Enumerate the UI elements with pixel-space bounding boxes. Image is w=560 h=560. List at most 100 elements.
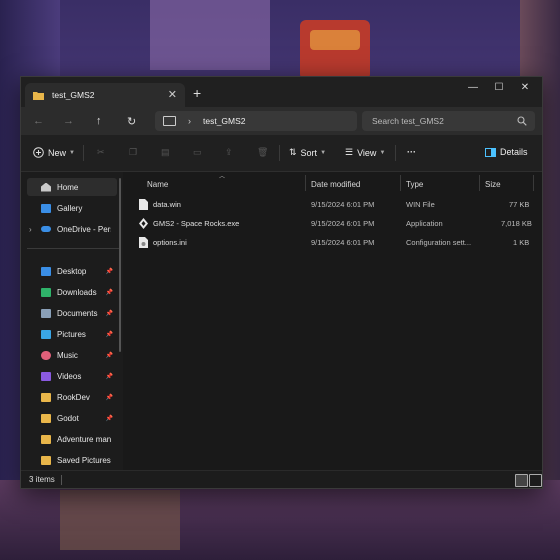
chevron-right-icon[interactable]: › — [188, 116, 191, 126]
sidebar-item-label: Gallery — [57, 203, 83, 213]
chevron-down-icon: ▼ — [320, 149, 327, 156]
sidebar-item-rookdev[interactable]: RookDev 📌 — [27, 388, 117, 406]
file-type: WIN File — [406, 200, 435, 209]
sidebar-item-label: Godot — [57, 413, 79, 423]
background-lantern — [300, 20, 370, 80]
close-window-button[interactable]: ✕ — [515, 82, 535, 100]
copy-icon[interactable]: ❐ — [129, 147, 137, 158]
new-tab-button[interactable]: + — [193, 85, 201, 101]
tiles-view-icon[interactable] — [529, 474, 542, 487]
gallery-icon — [41, 203, 51, 213]
sidebar-item-label: Music — [57, 350, 78, 360]
sidebar-item-adventure[interactable]: Adventure manu — [27, 430, 117, 448]
cut-icon[interactable]: ✂ — [97, 147, 105, 158]
file-name: options.ini — [153, 238, 187, 247]
pin-icon[interactable]: 📌 — [106, 310, 113, 317]
search-box[interactable]: Search test_GMS2 — [362, 111, 535, 131]
desktop-icon — [41, 266, 51, 276]
pin-icon[interactable]: 📌 — [106, 289, 113, 296]
maximize-button[interactable]: ☐ — [489, 82, 509, 100]
background-window-glow — [150, 0, 270, 70]
sidebar-item-label: RookDev — [57, 392, 90, 402]
minimize-button[interactable]: — — [463, 82, 483, 100]
new-button[interactable]: New ▼ — [33, 147, 75, 158]
sidebar-item-gallery[interactable]: Gallery — [27, 199, 117, 217]
back-arrow-icon[interactable]: ← — [33, 115, 44, 127]
sidebar-item-music[interactable]: Music 📌 — [27, 346, 117, 364]
sidebar-item-label: Pictures — [57, 329, 86, 339]
refresh-icon[interactable]: ↻ — [127, 115, 136, 128]
sort-icon: ⇅ — [289, 147, 297, 157]
navigation-pane: Home Gallery › OneDrive - Perso Desktop … — [21, 172, 123, 470]
column-divider[interactable] — [305, 175, 306, 191]
view-button[interactable]: ☰ View ▼ — [345, 147, 385, 158]
more-options-button[interactable]: ··· — [407, 147, 416, 157]
config-icon — [139, 237, 148, 248]
sidebar-item-saved-pictures[interactable]: Saved Pictures — [27, 451, 117, 469]
folder-icon — [33, 91, 44, 100]
file-size: 1 KB — [513, 238, 530, 247]
folder-icon — [41, 455, 51, 465]
title-bar[interactable]: test_GMS2 ✕ + — ☐ ✕ — [21, 77, 542, 107]
chevron-down-icon: ▼ — [69, 149, 75, 156]
column-divider[interactable] — [400, 175, 401, 191]
file-row[interactable]: options.ini 9/15/2024 6:01 PM Configurat… — [131, 234, 531, 252]
pin-icon[interactable]: 📌 — [106, 352, 113, 359]
tab-test-gms2[interactable]: test_GMS2 ✕ — [25, 83, 185, 107]
home-icon — [41, 182, 51, 192]
column-header-type[interactable]: Type — [406, 180, 423, 189]
sidebar-item-godot[interactable]: Godot 📌 — [27, 409, 117, 427]
details-view-icon[interactable] — [515, 474, 528, 487]
details-pane-button[interactable]: Details — [485, 147, 528, 157]
breadcrumb-current[interactable]: test_GMS2 — [203, 116, 246, 126]
column-divider[interactable] — [533, 175, 534, 191]
view-button-label: View — [357, 147, 377, 158]
pin-icon[interactable]: 📌 — [106, 394, 113, 401]
file-row[interactable]: data.win 9/15/2024 6:01 PM WIN File 77 K… — [131, 196, 531, 214]
sort-button[interactable]: ⇅ Sort ▼ — [289, 147, 326, 158]
pin-icon[interactable]: 📌 — [106, 268, 113, 275]
column-divider[interactable] — [479, 175, 480, 191]
file-row[interactable]: GMS2 - Space Rocks.exe 9/15/2024 6:01 PM… — [131, 215, 532, 233]
details-pane-icon — [485, 147, 496, 157]
address-bar[interactable]: › test_GMS2 — [155, 111, 357, 131]
navigation-bar: ← → ↑ ↻ › test_GMS2 Search test_GMS2 — [21, 107, 542, 135]
pin-icon[interactable]: 📌 — [106, 373, 113, 380]
close-tab-icon[interactable]: ✕ — [168, 88, 177, 101]
sidebar-item-downloads[interactable]: Downloads 📌 — [27, 283, 117, 301]
status-bar: 3 items — [21, 470, 542, 488]
delete-icon[interactable]: 🗑 — [257, 147, 268, 158]
sidebar-item-onedrive[interactable]: › OneDrive - Perso — [27, 220, 117, 238]
sort-indicator-icon: ︿ — [219, 174, 226, 180]
column-header-size[interactable]: Size — [485, 180, 501, 189]
sidebar-item-label: Home — [57, 182, 79, 192]
documents-icon — [41, 308, 51, 318]
sidebar-item-desktop[interactable]: Desktop 📌 — [27, 262, 117, 280]
sidebar-item-pictures[interactable]: Pictures 📌 — [27, 325, 117, 343]
column-header-name[interactable]: Name — [147, 180, 168, 189]
sidebar-item-videos[interactable]: Videos 📌 — [27, 367, 117, 385]
expand-chevron-icon[interactable]: › — [29, 225, 32, 234]
sidebar-item-documents[interactable]: Documents 📌 — [27, 304, 117, 322]
file-list: ︿ Name Date modified Type Size data.win … — [123, 172, 542, 470]
sidebar-item-label: Saved Pictures — [57, 455, 111, 465]
sidebar-item-home[interactable]: Home — [27, 178, 117, 196]
file-icon — [139, 199, 148, 210]
status-divider — [61, 475, 62, 485]
share-icon[interactable]: ⇪ — [225, 147, 233, 158]
column-header-date[interactable]: Date modified — [311, 180, 360, 189]
rename-icon[interactable]: ▭ — [193, 147, 202, 158]
forward-arrow-icon[interactable]: → — [63, 115, 74, 127]
paste-icon[interactable]: ▤ — [161, 147, 170, 158]
toolbar-divider — [279, 145, 280, 161]
sidebar-item-label: OneDrive - Perso — [57, 224, 111, 234]
pin-icon[interactable]: 📌 — [106, 415, 113, 422]
toolbar-divider — [395, 145, 396, 161]
folder-icon — [41, 413, 51, 423]
pin-icon[interactable]: 📌 — [106, 331, 113, 338]
search-input[interactable]: Search test_GMS2 — [372, 116, 517, 126]
sidebar-scrollbar[interactable] — [119, 178, 121, 352]
music-icon — [41, 350, 51, 360]
background-lantern-glow — [310, 30, 360, 50]
up-arrow-icon[interactable]: ↑ — [96, 115, 102, 127]
